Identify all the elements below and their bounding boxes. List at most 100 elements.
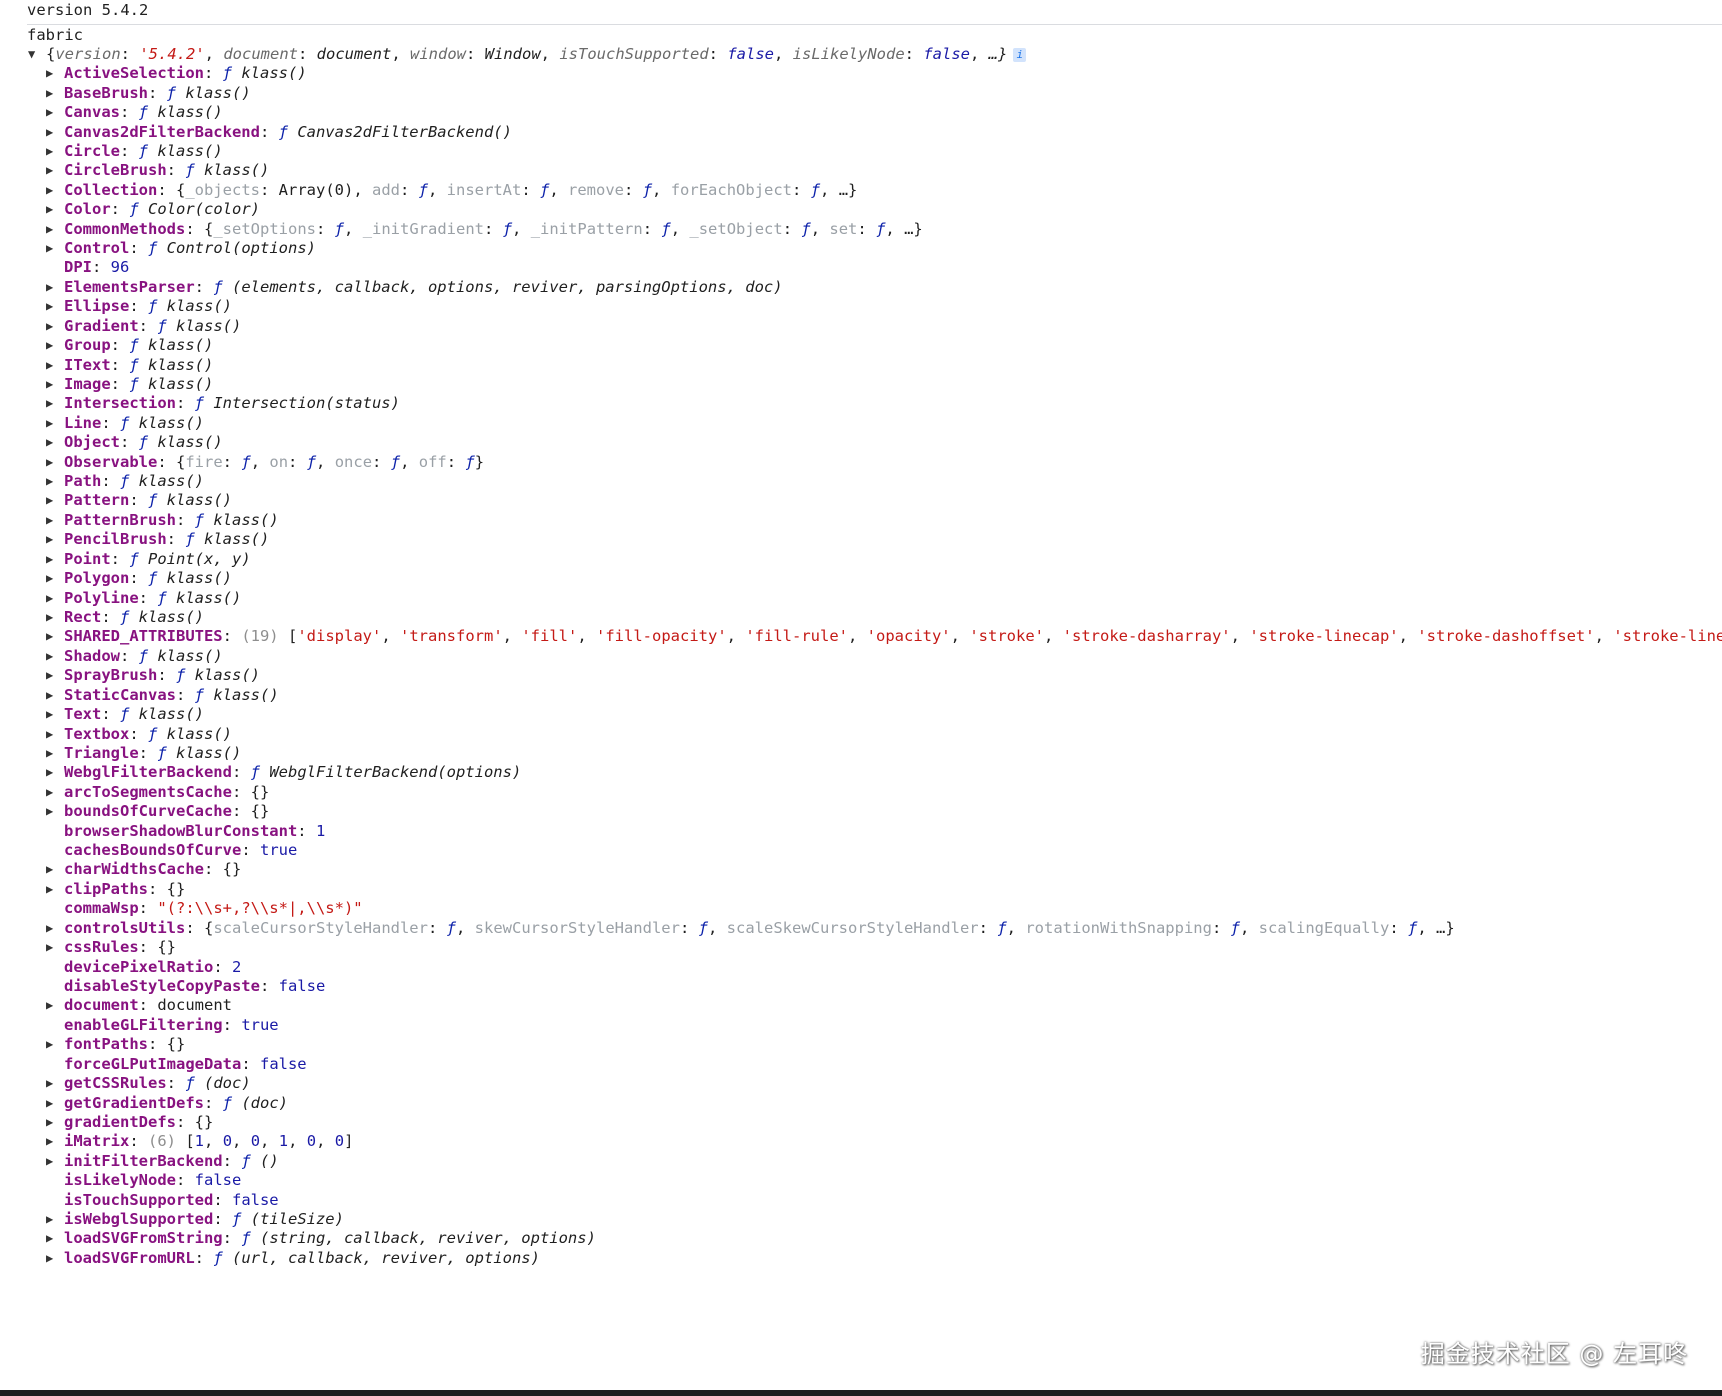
property-row-Rect[interactable]: ▶ Rect: ƒ klass() [46,607,1722,627]
expand-triangle-icon[interactable]: ▶ [46,646,64,666]
property-row-clipPaths[interactable]: ▶ clipPaths: {} [46,879,1722,899]
property-row-getCSSRules[interactable]: ▶ getCSSRules: ƒ (doc) [46,1073,1722,1093]
property-row-cssRules[interactable]: ▶ cssRules: {} [46,937,1722,957]
property-row-Collection[interactable]: ▶ Collection: {_objects: Array(0), add: ƒ… [46,180,1722,200]
expand-triangle-icon[interactable]: ▶ [46,102,64,122]
expand-triangle-icon[interactable]: ▶ [46,335,64,355]
expand-triangle-icon[interactable]: ▶ [46,529,64,549]
property-row-document[interactable]: ▶ document: document [46,995,1722,1015]
fabric-object-summary[interactable]: ▼ {version: '5.4.2', document: document, … [28,44,1722,64]
property-row-PencilBrush[interactable]: ▶ PencilBrush: ƒ klass() [46,529,1722,549]
expand-triangle-icon[interactable]: ▶ [46,452,64,472]
expand-triangle-icon[interactable]: ▶ [46,355,64,375]
property-row-charWidthsCache[interactable]: ▶ charWidthsCache: {} [46,859,1722,879]
property-row-Pattern[interactable]: ▶ Pattern: ƒ klass() [46,490,1722,510]
property-row-BaseBrush[interactable]: ▶ BaseBrush: ƒ klass() [46,83,1722,103]
expand-triangle-icon[interactable]: ▶ [46,607,64,627]
property-row-Group[interactable]: ▶ Group: ƒ klass() [46,335,1722,355]
expand-triangle-icon[interactable]: ▶ [46,180,64,200]
property-row-Line[interactable]: ▶ Line: ƒ klass() [46,413,1722,433]
expand-triangle-icon[interactable]: ▶ [46,393,64,413]
info-icon[interactable]: i [1013,47,1027,62]
expand-triangle-icon[interactable]: ▶ [46,762,64,782]
property-row-Control[interactable]: ▶ Control: ƒ Control(options) [46,238,1722,258]
property-row-SprayBrush[interactable]: ▶ SprayBrush: ƒ klass() [46,665,1722,685]
property-row-Canvas2dFilterBackend[interactable]: ▶ Canvas2dFilterBackend: ƒ Canvas2dFilter… [46,122,1722,142]
expand-triangle-icon[interactable]: ▶ [46,160,64,180]
property-row-Observable[interactable]: ▶ Observable: {fire: ƒ, on: ƒ, once: ƒ, o… [46,452,1722,472]
expand-triangle-icon[interactable]: ▶ [46,1228,64,1248]
property-row-Polyline[interactable]: ▶ Polyline: ƒ klass() [46,588,1722,608]
expand-triangle-icon[interactable]: ▶ [46,549,64,569]
expand-triangle-icon[interactable]: ▶ [46,199,64,219]
expand-triangle-icon[interactable]: ▶ [46,471,64,491]
expand-triangle-icon[interactable]: ▶ [46,1131,64,1151]
property-row-Circle[interactable]: ▶ Circle: ƒ klass() [46,141,1722,161]
property-row-isWebglSupported[interactable]: ▶ isWebglSupported: ƒ (tileSize) [46,1209,1722,1229]
expand-triangle-icon[interactable]: ▶ [46,685,64,705]
expand-triangle-icon[interactable]: ▶ [46,490,64,510]
property-row-PatternBrush[interactable]: ▶ PatternBrush: ƒ klass() [46,510,1722,530]
expand-triangle-icon[interactable]: ▶ [46,277,64,297]
property-row-arcToSegmentsCache[interactable]: ▶ arcToSegmentsCache: {} [46,782,1722,802]
expand-triangle-icon[interactable]: ▶ [46,413,64,433]
expand-triangle-icon[interactable]: ▶ [46,1112,64,1132]
expand-triangle-icon[interactable]: ▶ [46,1073,64,1093]
expand-triangle-icon[interactable]: ▶ [46,782,64,802]
property-row-Polygon[interactable]: ▶ Polygon: ƒ klass() [46,568,1722,588]
expand-triangle-icon[interactable]: ▶ [46,879,64,899]
property-row-Textbox[interactable]: ▶ Textbox: ƒ klass() [46,724,1722,744]
expand-triangle-icon[interactable]: ▶ [46,432,64,452]
expand-triangle-icon[interactable]: ▶ [46,1209,64,1229]
property-row-Ellipse[interactable]: ▶ Ellipse: ƒ klass() [46,296,1722,316]
property-row-Image[interactable]: ▶ Image: ƒ klass() [46,374,1722,394]
expand-triangle-icon[interactable]: ▶ [46,238,64,258]
property-row-Point[interactable]: ▶ Point: ƒ Point(x, y) [46,549,1722,569]
expand-triangle-icon[interactable]: ▶ [46,937,64,957]
property-row-CommonMethods[interactable]: ▶ CommonMethods: {_setOptions: ƒ, _initGr… [46,219,1722,239]
property-row-Intersection[interactable]: ▶ Intersection: ƒ Intersection(status) [46,393,1722,413]
expand-triangle-icon[interactable]: ▶ [46,83,64,103]
property-row-fontPaths[interactable]: ▶ fontPaths: {} [46,1034,1722,1054]
property-row-CircleBrush[interactable]: ▶ CircleBrush: ƒ klass() [46,160,1722,180]
expand-triangle-icon[interactable]: ▶ [46,122,64,142]
expand-triangle-icon[interactable]: ▶ [46,665,64,685]
property-row-IText[interactable]: ▶ IText: ƒ klass() [46,355,1722,375]
expand-triangle-icon[interactable]: ▶ [46,1248,64,1268]
expand-triangle-icon[interactable]: ▶ [46,588,64,608]
property-row-Color[interactable]: ▶ Color: ƒ Color(color) [46,199,1722,219]
property-row-initFilterBackend[interactable]: ▶ initFilterBackend: ƒ () [46,1151,1722,1171]
expand-triangle-icon[interactable]: ▶ [46,704,64,724]
expand-triangle-icon[interactable]: ▶ [46,316,64,336]
property-row-Object[interactable]: ▶ Object: ƒ klass() [46,432,1722,452]
expand-triangle-icon[interactable]: ▶ [46,1034,64,1054]
property-row-Triangle[interactable]: ▶ Triangle: ƒ klass() [46,743,1722,763]
expand-triangle-icon[interactable]: ▶ [46,743,64,763]
expand-triangle-icon[interactable]: ▶ [46,859,64,879]
property-row-Gradient[interactable]: ▶ Gradient: ƒ klass() [46,316,1722,336]
property-row-ElementsParser[interactable]: ▶ ElementsParser: ƒ (elements, callback, … [46,277,1722,297]
expand-triangle-icon[interactable]: ▶ [46,141,64,161]
property-row-boundsOfCurveCache[interactable]: ▶ boundsOfCurveCache: {} [46,801,1722,821]
property-row-loadSVGFromURL[interactable]: ▶ loadSVGFromURL: ƒ (url, callback, reviv… [46,1248,1722,1268]
expand-triangle-icon[interactable]: ▶ [46,1093,64,1113]
expand-triangle-icon[interactable]: ▶ [46,918,64,938]
expand-triangle-icon[interactable]: ▼ [28,44,46,64]
expand-triangle-icon[interactable]: ▶ [46,801,64,821]
property-row-Canvas[interactable]: ▶ Canvas: ƒ klass() [46,102,1722,122]
property-row-iMatrix[interactable]: ▶ iMatrix: (6) [1, 0, 0, 1, 0, 0] [46,1131,1722,1151]
property-row-Shadow[interactable]: ▶ Shadow: ƒ klass() [46,646,1722,666]
expand-triangle-icon[interactable]: ▶ [46,626,64,646]
property-row-getGradientDefs[interactable]: ▶ getGradientDefs: ƒ (doc) [46,1093,1722,1113]
property-row-gradientDefs[interactable]: ▶ gradientDefs: {} [46,1112,1722,1132]
property-row-SHARED_ATTRIBUTES[interactable]: ▶ SHARED_ATTRIBUTES: (19) ['display', 'tr… [46,626,1722,646]
expand-triangle-icon[interactable]: ▶ [46,63,64,83]
expand-triangle-icon[interactable]: ▶ [46,219,64,239]
expand-triangle-icon[interactable]: ▶ [46,296,64,316]
property-row-controlsUtils[interactable]: ▶ controlsUtils: {scaleCursorStyleHandler… [46,918,1722,938]
expand-triangle-icon[interactable]: ▶ [46,374,64,394]
expand-triangle-icon[interactable]: ▶ [46,724,64,744]
expand-triangle-icon[interactable]: ▶ [46,568,64,588]
expand-triangle-icon[interactable]: ▶ [46,1151,64,1171]
property-row-Path[interactable]: ▶ Path: ƒ klass() [46,471,1722,491]
